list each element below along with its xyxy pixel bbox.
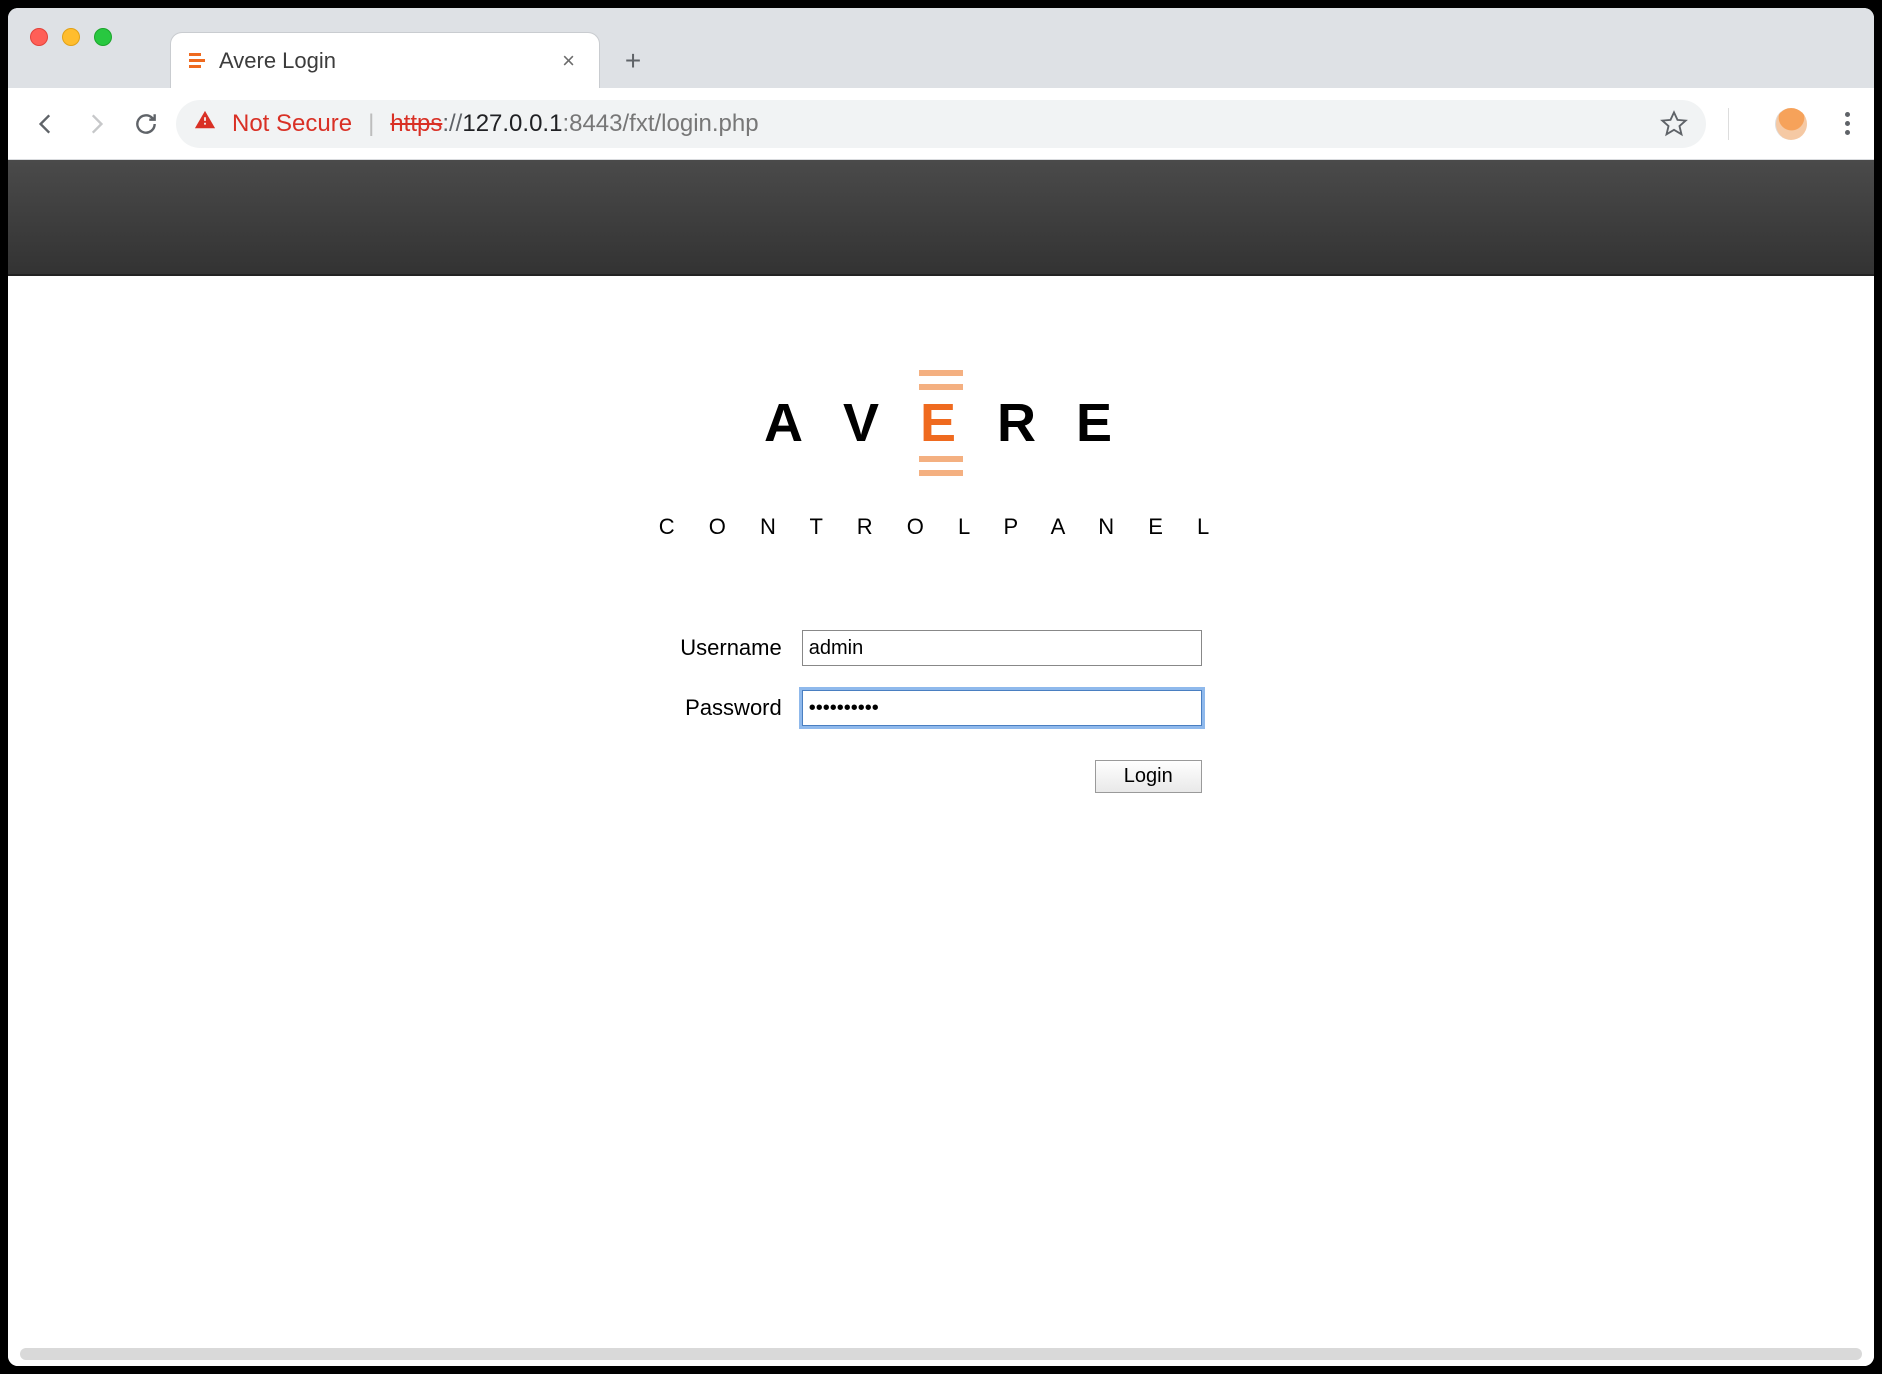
brand-logo: A V E R E C O N T R O L P A N E L <box>659 366 1224 540</box>
url-port-path: :8443/fxt/login.php <box>562 110 758 137</box>
brand-letter-e2: E <box>1076 392 1118 454</box>
divider: | <box>368 110 374 138</box>
header-band <box>8 160 1874 276</box>
titlebar: Avere Login × + <box>8 8 1874 88</box>
login-area: A V E R E C O N T R O L P A N E L Userna… <box>8 276 1874 793</box>
forward-button[interactable] <box>76 104 116 144</box>
brand-subtitle: C O N T R O L P A N E L <box>659 514 1224 540</box>
window-close-button[interactable] <box>30 28 48 46</box>
username-label: Username <box>680 635 781 661</box>
url-separator: :// <box>442 110 462 137</box>
browser-tab[interactable]: Avere Login × <box>170 32 600 88</box>
brand-letter-v: V <box>843 392 885 454</box>
brand-wordmark: A V E R E <box>659 366 1224 480</box>
password-input[interactable] <box>802 690 1202 726</box>
security-status: Not Secure <box>232 110 352 138</box>
page-content: A V E R E C O N T R O L P A N E L Userna… <box>8 160 1874 1366</box>
tab-title: Avere Login <box>219 48 542 74</box>
url-host: 127.0.0.1 <box>462 110 562 137</box>
profile-avatar-icon[interactable] <box>1775 108 1807 140</box>
username-input[interactable] <box>802 630 1202 666</box>
reload-button[interactable] <box>126 104 166 144</box>
back-button[interactable] <box>26 104 66 144</box>
brand-letter-e-icon: E <box>919 366 963 480</box>
menu-kebab-icon[interactable] <box>1839 106 1856 141</box>
new-tab-button[interactable]: + <box>610 38 656 84</box>
horizontal-scrollbar[interactable] <box>20 1348 1862 1360</box>
browser-window: Avere Login × + Not Secure | https://127… <box>8 8 1874 1366</box>
login-form: Username Password Login <box>680 630 1201 793</box>
url-scheme: https <box>390 110 442 137</box>
window-minimize-button[interactable] <box>62 28 80 46</box>
password-label: Password <box>680 695 781 721</box>
toolbar: Not Secure | https://127.0.0.1:8443/fxt/… <box>8 88 1874 160</box>
address-bar[interactable]: Not Secure | https://127.0.0.1:8443/fxt/… <box>176 100 1706 148</box>
warning-icon <box>194 109 216 138</box>
tab-close-icon[interactable]: × <box>556 48 581 74</box>
window-zoom-button[interactable] <box>94 28 112 46</box>
brand-letter-a: A <box>764 392 809 454</box>
favicon-icon <box>189 53 205 68</box>
profile-section <box>1728 108 1817 140</box>
url-text: https://127.0.0.1:8443/fxt/login.php <box>390 110 758 138</box>
brand-letter-r: R <box>997 392 1042 454</box>
login-button[interactable]: Login <box>1095 760 1202 793</box>
bookmark-star-icon[interactable] <box>1660 110 1688 138</box>
window-controls <box>30 28 112 46</box>
